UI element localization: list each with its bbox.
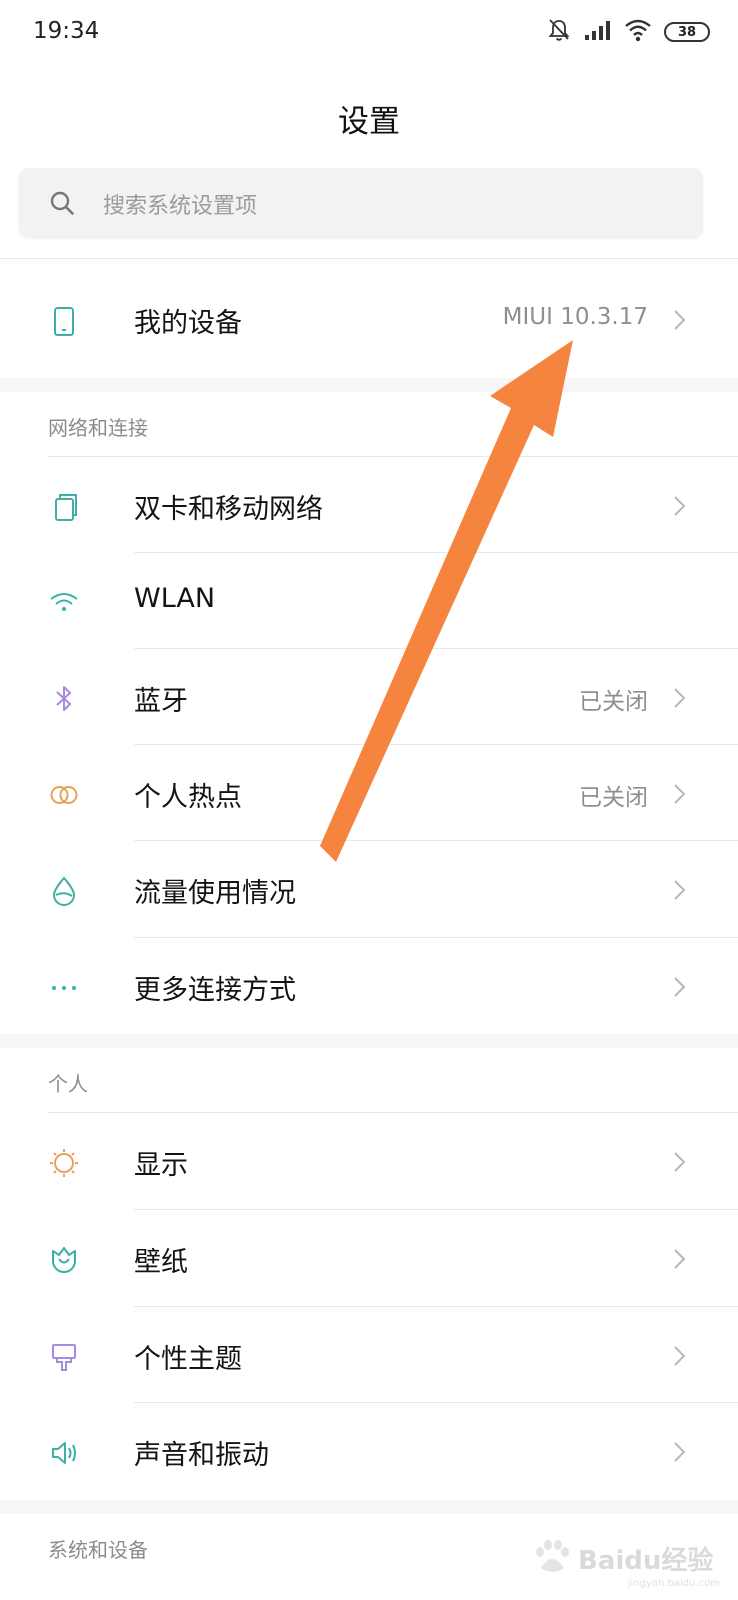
section-header-network: 网络和连接	[48, 416, 148, 440]
tulip-icon	[48, 1244, 80, 1276]
row-label: WLAN	[134, 583, 216, 614]
section-spacer	[0, 1034, 738, 1048]
row-wallpaper[interactable]: 壁纸	[0, 1211, 738, 1307]
divider	[134, 648, 738, 649]
chevron-right-icon	[672, 308, 688, 332]
signal-icon	[584, 19, 612, 45]
search-input[interactable]: 搜索系统设置项	[19, 168, 703, 238]
row-more-connections[interactable]: 更多连接方式	[0, 939, 738, 1035]
row-value: 已关闭	[579, 785, 648, 811]
divider	[134, 937, 738, 938]
row-sound[interactable]: 声音和振动	[0, 1404, 738, 1500]
divider	[134, 1306, 738, 1307]
section-spacer	[0, 378, 738, 392]
my-device-row[interactable]: 我的设备 MIUI 10.3.17	[0, 272, 738, 368]
chevron-right-icon	[672, 1247, 688, 1271]
search-placeholder: 搜索系统设置项	[103, 194, 258, 219]
row-label: 流量使用情况	[134, 878, 296, 909]
row-value: 已关闭	[579, 689, 648, 715]
row-bluetooth[interactable]: 蓝牙 已关闭	[0, 650, 738, 746]
status-bar: 19:34 38	[0, 0, 738, 68]
row-theme[interactable]: 个性主题	[0, 1308, 738, 1404]
chevron-right-icon	[672, 782, 688, 806]
paw-logo	[536, 1540, 569, 1572]
divider	[0, 258, 738, 259]
divider	[48, 456, 738, 457]
section-spacer	[0, 1500, 738, 1514]
phone-icon	[48, 305, 80, 337]
data-usage-icon	[48, 875, 80, 907]
sun-icon	[48, 1147, 80, 1179]
dual-sim-icon	[48, 491, 80, 523]
row-label: 双卡和移动网络	[134, 494, 323, 525]
row-dual-sim[interactable]: 双卡和移动网络	[0, 458, 738, 554]
section-header-system: 系统和设备	[48, 1538, 148, 1562]
hotspot-icon	[48, 779, 80, 811]
bell-mute-icon	[546, 17, 572, 47]
watermark-text: Baidu经验	[578, 1546, 714, 1576]
row-label: 个性主题	[134, 1344, 242, 1375]
status-time: 19:34	[33, 18, 100, 44]
brush-icon	[48, 1341, 80, 1373]
speaker-icon	[48, 1437, 80, 1469]
row-label: 个人热点	[134, 782, 242, 813]
divider	[134, 840, 738, 841]
section-header-personal: 个人	[48, 1072, 88, 1096]
row-label: 壁纸	[134, 1247, 188, 1278]
divider	[134, 1209, 738, 1210]
row-label: 声音和振动	[134, 1440, 269, 1471]
my-device-label: 我的设备	[134, 308, 242, 339]
wifi-icon	[48, 587, 80, 619]
row-label: 显示	[134, 1150, 188, 1181]
more-icon	[48, 972, 80, 1004]
row-label: 更多连接方式	[134, 975, 296, 1006]
search-icon	[49, 190, 75, 216]
row-label: 蓝牙	[134, 686, 188, 717]
watermark: Baidu经验 jingyan.baidu.com	[530, 1538, 720, 1589]
chevron-right-icon	[672, 975, 688, 999]
divider	[134, 1402, 738, 1403]
status-icons: 38	[546, 16, 710, 48]
chevron-right-icon	[672, 686, 688, 710]
row-wlan[interactable]: WLAN	[0, 554, 738, 650]
my-device-version: MIUI 10.3.17	[502, 304, 648, 330]
row-display[interactable]: 显示	[0, 1114, 738, 1210]
chevron-right-icon	[672, 878, 688, 902]
row-data-usage[interactable]: 流量使用情况	[0, 842, 738, 938]
chevron-right-icon	[672, 1344, 688, 1368]
row-hotspot[interactable]: 个人热点 已关闭	[0, 746, 738, 842]
divider	[134, 744, 738, 745]
wifi-icon	[624, 18, 652, 46]
battery-icon: 38	[664, 22, 710, 42]
divider	[48, 1112, 738, 1113]
chevron-right-icon	[672, 494, 688, 518]
watermark-sub: jingyan.baidu.com	[627, 1578, 720, 1589]
chevron-right-icon	[672, 1440, 688, 1464]
divider	[134, 552, 738, 553]
bluetooth-icon	[48, 683, 80, 715]
page-title: 设置	[338, 104, 400, 140]
chevron-right-icon	[672, 1150, 688, 1174]
